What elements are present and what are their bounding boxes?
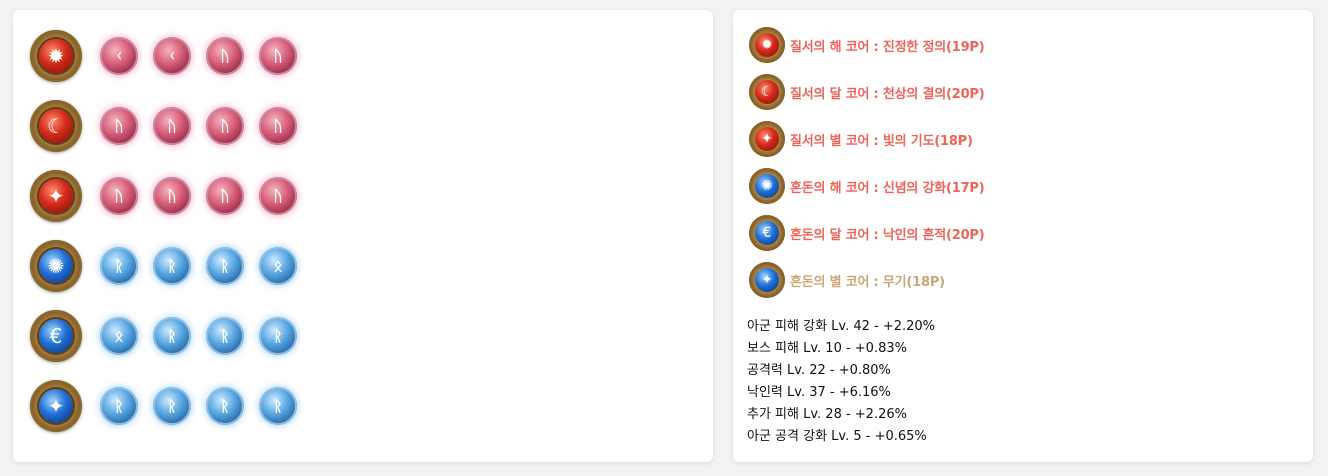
effect-list: 아군 피해 강화 Lv. 42 - +2.20% 보스 피해 Lv. 10 - … xyxy=(747,316,935,448)
red-sun-core-icon: ✹ xyxy=(749,27,785,63)
gem-row: ✹ ᚲ ᚲ ᚢ ᚢ xyxy=(30,26,312,86)
red-gem-icon[interactable]: ᚢ xyxy=(100,177,138,215)
core-item[interactable]: ✦ 질서의 별 코어 : 빛의 기도(18P) xyxy=(749,119,973,159)
red-gem-icon[interactable]: ᚢ xyxy=(259,37,297,75)
sun-icon: ✹ xyxy=(39,39,73,73)
red-gem-icon[interactable]: ᚢ xyxy=(206,177,244,215)
blue-moon-core-icon: € xyxy=(749,215,785,251)
core-label: 질서의 별 코어 : 빛의 기도(18P) xyxy=(790,133,973,149)
sun-icon: ✺ xyxy=(755,174,779,198)
blue-star-core-icon: ✦ xyxy=(749,262,785,298)
blue-gem-icon[interactable]: ᛟ xyxy=(100,317,138,355)
moon-icon: ☾ xyxy=(755,80,779,104)
effect-line: 보스 피해 Lv. 10 - +0.83% xyxy=(747,341,907,356)
core-label: 혼돈의 해 코어 : 신념의 강화(17P) xyxy=(790,180,985,196)
gem-grid-panel: ✹ ᚲ ᚲ ᚢ ᚢ ☾ ᚢ ᚢ ᚢ ᚢ ✦ ᚢ ᚢ ᚢ ᚢ ✺ ᚱ ᚱ ᚱ ᛟ € ᛟ ᚱ ᚱ ᚱ ✦ ᚱ ᚱ ᚱ ᚱ xyxy=(13,10,713,462)
blue-moon-core-icon[interactable]: € xyxy=(30,310,82,362)
sun-icon: ✹ xyxy=(755,33,779,57)
core-item[interactable]: ✹ 질서의 해 코어 : 진정한 정의(19P) xyxy=(749,25,985,65)
blue-gem-icon[interactable]: ᚱ xyxy=(100,247,138,285)
star-icon: ✦ xyxy=(39,389,73,423)
gem-row: € ᛟ ᚱ ᚱ ᚱ xyxy=(30,306,312,366)
moon-icon: € xyxy=(755,221,779,245)
effect-line: 공격력 Lv. 22 - +0.80% xyxy=(747,363,891,378)
gem-row: ✦ ᚱ ᚱ ᚱ ᚱ xyxy=(30,376,312,436)
red-gem-icon[interactable]: ᚢ xyxy=(259,177,297,215)
blue-gem-icon[interactable]: ᚱ xyxy=(206,247,244,285)
core-label: 질서의 달 코어 : 천상의 결의(20P) xyxy=(790,86,985,102)
blue-gem-icon[interactable]: ᚱ xyxy=(153,247,191,285)
red-star-core-icon[interactable]: ✦ xyxy=(30,170,82,222)
core-item[interactable]: ✺ 혼돈의 해 코어 : 신념의 강화(17P) xyxy=(749,166,985,206)
blue-gem-icon[interactable]: ᚱ xyxy=(259,317,297,355)
core-label: 혼돈의 별 코어 : 무기(18P) xyxy=(790,274,945,290)
red-gem-icon[interactable]: ᚢ xyxy=(206,37,244,75)
red-gem-icon[interactable]: ᚢ xyxy=(153,107,191,145)
effect-line: 낙인력 Lv. 37 - +6.16% xyxy=(747,385,891,400)
red-star-core-icon: ✦ xyxy=(749,121,785,157)
gem-row: ☾ ᚢ ᚢ ᚢ ᚢ xyxy=(30,96,312,156)
blue-sun-core-icon[interactable]: ✺ xyxy=(30,240,82,292)
blue-gem-icon[interactable]: ᚱ xyxy=(100,387,138,425)
moon-icon: ☾ xyxy=(39,109,73,143)
core-item[interactable]: ☾ 질서의 달 코어 : 천상의 결의(20P) xyxy=(749,72,985,112)
blue-star-core-icon[interactable]: ✦ xyxy=(30,380,82,432)
red-gem-icon[interactable]: ᚢ xyxy=(100,107,138,145)
red-moon-core-icon[interactable]: ☾ xyxy=(30,100,82,152)
blue-gem-icon[interactable]: ᚱ xyxy=(206,387,244,425)
moon-icon: € xyxy=(39,319,73,353)
red-moon-core-icon: ☾ xyxy=(749,74,785,110)
red-gem-icon[interactable]: ᚢ xyxy=(206,107,244,145)
star-icon: ✦ xyxy=(755,127,779,151)
star-icon: ✦ xyxy=(39,179,73,213)
blue-sun-core-icon: ✺ xyxy=(749,168,785,204)
star-icon: ✦ xyxy=(755,268,779,292)
red-sun-core-icon[interactable]: ✹ xyxy=(30,30,82,82)
gem-row: ✦ ᚢ ᚢ ᚢ ᚢ xyxy=(30,166,312,226)
effect-line: 추가 피해 Lv. 28 - +2.26% xyxy=(747,407,907,422)
core-item[interactable]: ✦ 혼돈의 별 코어 : 무기(18P) xyxy=(749,260,945,300)
sun-icon: ✺ xyxy=(39,249,73,283)
blue-gem-icon[interactable]: ᚱ xyxy=(206,317,244,355)
blue-gem-icon[interactable]: ᛟ xyxy=(259,247,297,285)
effect-line: 아군 피해 강화 Lv. 42 - +2.20% xyxy=(747,319,936,334)
red-gem-icon[interactable]: ᚲ xyxy=(153,37,191,75)
red-gem-icon[interactable]: ᚢ xyxy=(153,177,191,215)
core-item[interactable]: € 혼돈의 달 코어 : 낙인의 흔적(20P) xyxy=(749,213,985,253)
core-summary-panel: ✹ 질서의 해 코어 : 진정한 정의(19P) ☾ 질서의 달 코어 : 천상의 결… xyxy=(733,10,1313,462)
blue-gem-icon[interactable]: ᚱ xyxy=(153,387,191,425)
gem-row: ✺ ᚱ ᚱ ᚱ ᛟ xyxy=(30,236,312,296)
core-label: 질서의 해 코어 : 진정한 정의(19P) xyxy=(790,39,985,55)
red-gem-icon[interactable]: ᚲ xyxy=(100,37,138,75)
core-label: 혼돈의 달 코어 : 낙인의 흔적(20P) xyxy=(790,227,985,243)
blue-gem-icon[interactable]: ᚱ xyxy=(259,387,297,425)
effect-line: 아군 공격 강화 Lv. 5 - +0.65% xyxy=(747,429,927,444)
red-gem-icon[interactable]: ᚢ xyxy=(259,107,297,145)
blue-gem-icon[interactable]: ᚱ xyxy=(153,317,191,355)
